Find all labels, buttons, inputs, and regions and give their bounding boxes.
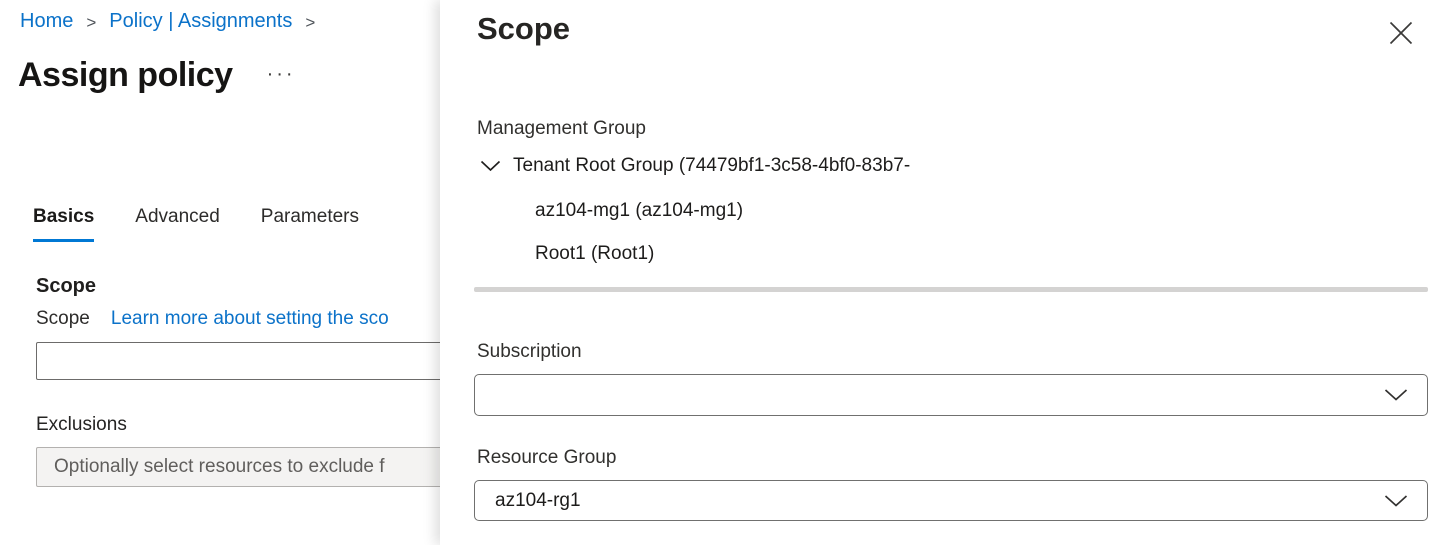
tree-item-label: Root1 (Root1) (535, 243, 654, 265)
section-divider (474, 287, 1428, 292)
breadcrumb-separator-icon: > (305, 11, 315, 33)
close-icon (1389, 21, 1413, 48)
resource-group-dropdown[interactable]: az104-rg1 (474, 480, 1428, 521)
scope-field-label: Scope (36, 308, 90, 330)
subscription-label: Subscription (477, 341, 582, 363)
tree-item-root1[interactable]: Root1 (Root1) (535, 243, 654, 265)
tab-advanced[interactable]: Advanced (135, 206, 220, 242)
breadcrumb-separator-icon: > (86, 11, 96, 33)
tab-basics[interactable]: Basics (33, 206, 94, 242)
breadcrumb-policy-assignments-link[interactable]: Policy | Assignments (109, 10, 292, 33)
resource-group-dropdown-value: az104-rg1 (495, 481, 581, 520)
learn-more-link[interactable]: Learn more about setting the sco (111, 308, 389, 330)
chevron-down-icon[interactable] (480, 160, 501, 172)
subscription-dropdown[interactable] (474, 374, 1428, 416)
scope-panel-title: Scope (477, 11, 570, 47)
scope-field-row: Scope Learn more about setting the sco (36, 308, 389, 330)
chevron-down-icon (1384, 389, 1408, 402)
management-group-label: Management Group (477, 118, 646, 140)
resource-group-label: Resource Group (477, 447, 616, 469)
tree-item-label: az104-mg1 (az104-mg1) (535, 200, 743, 222)
tree-item-label: Tenant Root Group (74479bf1-3c58-4bf0-83… (513, 155, 910, 177)
close-panel-button[interactable] (1385, 18, 1417, 50)
breadcrumb-home-link[interactable]: Home (20, 10, 73, 33)
tree-item-az104-mg1[interactable]: az104-mg1 (az104-mg1) (535, 200, 743, 222)
exclusions-label: Exclusions (36, 414, 127, 436)
page-title: Assign policy (18, 56, 233, 95)
more-options-ellipsis-icon[interactable]: ··· (267, 64, 296, 84)
breadcrumb: Home > Policy | Assignments > (20, 10, 315, 33)
tree-item-tenant-root-group[interactable]: Tenant Root Group (74479bf1-3c58-4bf0-83… (480, 155, 910, 177)
scope-flyout-panel: Scope Management Group Tenant Root Group… (440, 0, 1439, 545)
scope-section-heading: Scope (36, 275, 96, 298)
page-title-row: Assign policy ··· (18, 56, 296, 95)
tab-parameters[interactable]: Parameters (261, 206, 359, 242)
chevron-down-icon (1384, 494, 1408, 507)
form-tabs: Basics Advanced Parameters (33, 206, 359, 242)
